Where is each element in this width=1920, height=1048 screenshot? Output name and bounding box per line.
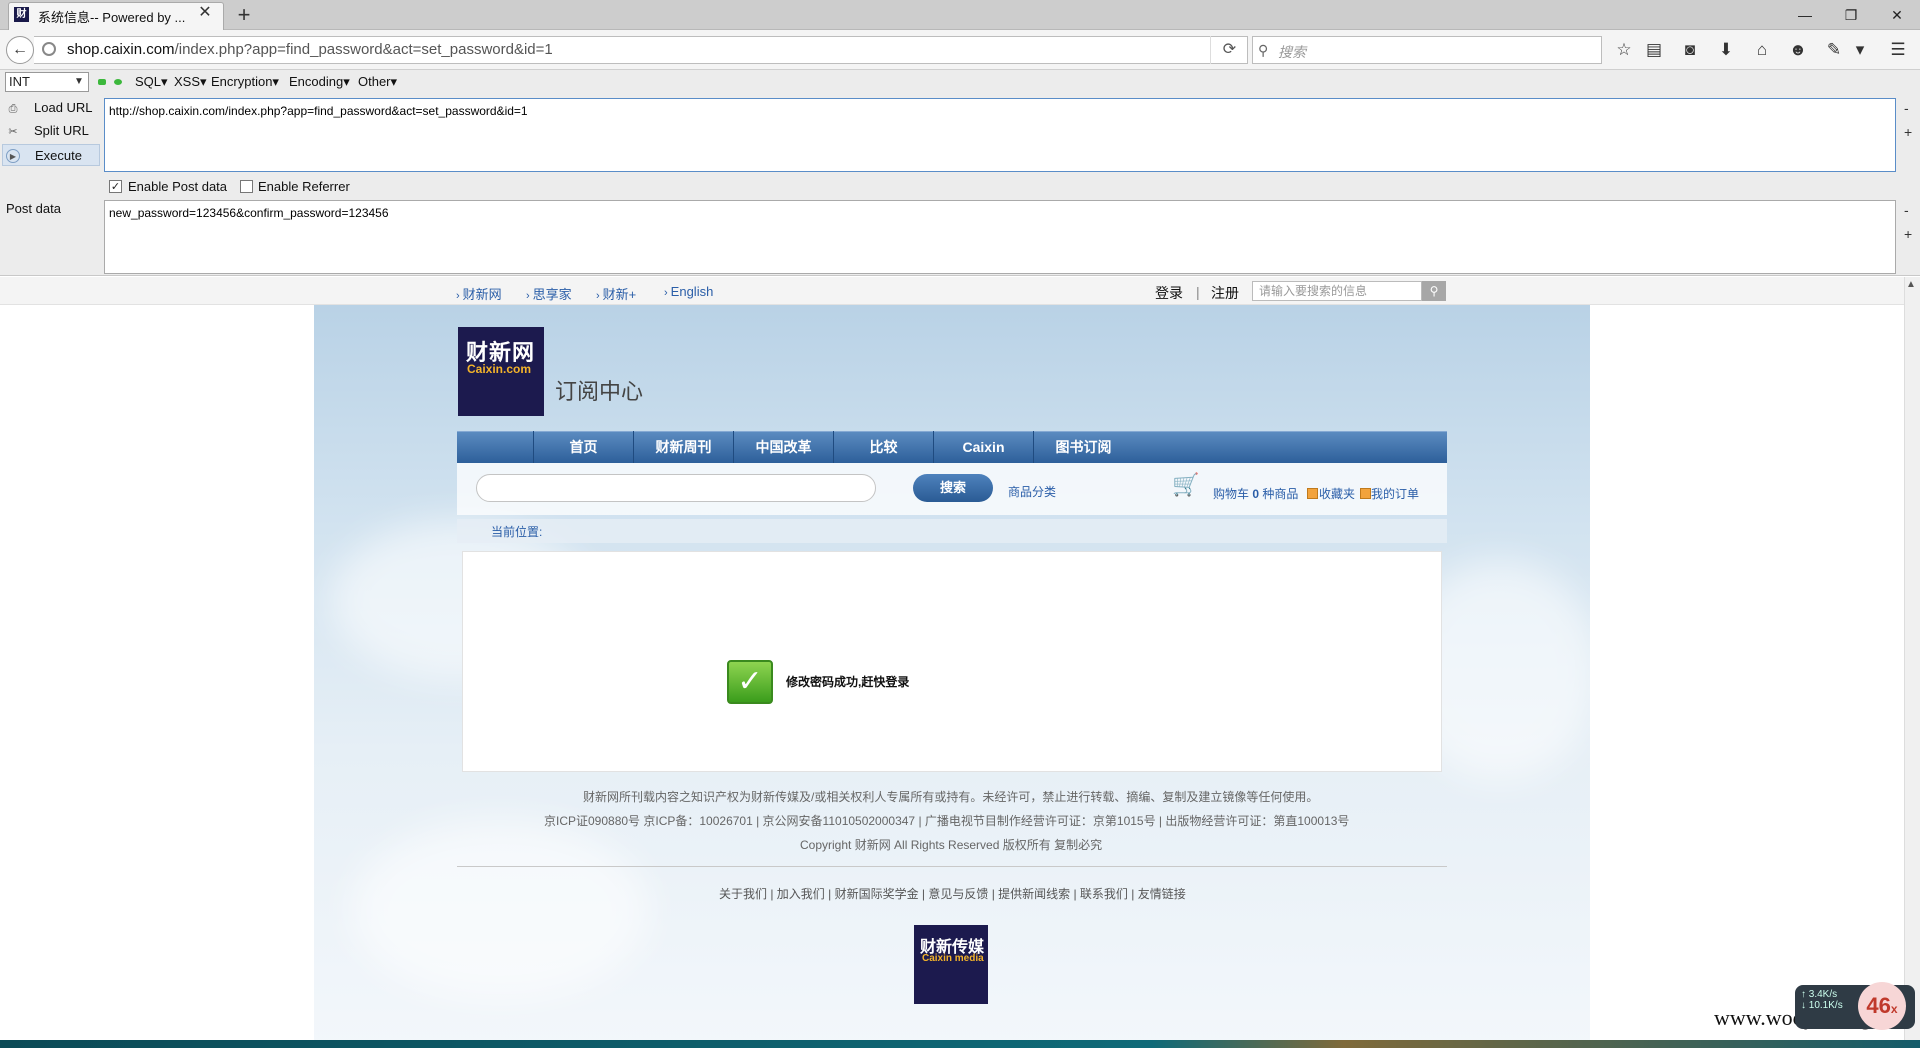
shrink-icon[interactable]: -	[1904, 100, 1909, 116]
load-url-button[interactable]: Load URL	[2, 97, 100, 119]
success-message: 修改密码成功,赶快登录	[786, 675, 910, 689]
monitor-badge: 46x	[1858, 982, 1906, 1030]
top-separator: |	[1196, 284, 1200, 300]
login-link[interactable]: 登录	[1155, 283, 1183, 303]
footer-divider	[457, 866, 1447, 867]
cloud-decoration	[350, 820, 650, 1000]
shop-search-input[interactable]	[476, 474, 876, 502]
site-search-input[interactable]: 请输入要搜索的信息	[1252, 281, 1422, 301]
home-icon[interactable]: ⌂	[1748, 38, 1776, 62]
shrink-icon[interactable]: -	[1904, 202, 1909, 218]
favorites-link[interactable]: 收藏夹	[1319, 485, 1355, 502]
search-placeholder[interactable]: 搜索	[1278, 42, 1306, 62]
hackbar-status-icon	[98, 79, 106, 85]
clipboard-icon[interactable]: ▤	[1640, 38, 1668, 62]
top-link-sixiangjia[interactable]: › 思享家	[526, 284, 572, 303]
post-data-textarea[interactable]: new_password=123456&confirm_password=123…	[104, 200, 1896, 274]
tab-close-icon[interactable]: ✕	[196, 4, 214, 22]
favorites-icon	[1307, 488, 1318, 499]
hackbar-menu-encryption[interactable]: Encryption▾	[211, 74, 279, 90]
download-icon[interactable]: ⬇	[1712, 38, 1740, 62]
breadcrumb: 当前位置:	[491, 525, 543, 539]
hackbar-url-textarea[interactable]: http://shop.caixin.com/index.php?app=fin…	[104, 98, 1896, 172]
top-link-caixin-plus[interactable]: › 财新+	[596, 284, 636, 303]
success-check-icon: ✓	[727, 660, 773, 704]
search-icon: ⚲	[1258, 42, 1269, 58]
restore-button[interactable]: ❐	[1828, 0, 1874, 30]
split-url-button[interactable]: Split URL	[2, 120, 100, 142]
hackbar-menu-other[interactable]: Other▾	[358, 74, 397, 90]
site-identity-icon[interactable]	[42, 42, 56, 56]
chevron-down-icon: ▼	[74, 76, 84, 87]
top-link-caixin[interactable]: › 财新网	[456, 284, 502, 303]
tab-title[interactable]: 系统信息-- Powered by ...	[38, 7, 185, 26]
enable-referrer-checkbox[interactable]	[240, 180, 253, 193]
category-link[interactable]: 商品分类	[1008, 483, 1056, 500]
menu-icon[interactable]: ☰	[1884, 38, 1912, 62]
star-icon[interactable]: ☆	[1610, 38, 1638, 62]
grow-icon[interactable]: +	[1904, 226, 1912, 242]
close-window-button[interactable]: ✕	[1874, 0, 1920, 30]
shop-search-button[interactable]: 搜索	[913, 474, 993, 502]
post-data-label: Post data	[6, 201, 61, 216]
extension-icon[interactable]: ✎	[1820, 38, 1848, 62]
register-link[interactable]: 注册	[1211, 283, 1239, 303]
chevron-down-icon[interactable]: ▾	[1846, 38, 1874, 62]
nav-item-compare[interactable]: 比较	[833, 431, 933, 463]
top-link-english[interactable]: › English	[664, 284, 713, 299]
tab-favicon-icon: 财	[14, 7, 29, 22]
back-button[interactable]: ←	[6, 36, 34, 64]
taskbar-strip	[0, 1040, 1920, 1048]
enable-post-checkbox[interactable]: ✓	[109, 180, 122, 193]
nav-item-reform[interactable]: 中国改革	[733, 431, 833, 463]
cart-icon[interactable]: 🛒	[1172, 472, 1199, 498]
cart-summary[interactable]: 购物车 0 种商品	[1213, 485, 1298, 502]
my-orders-link[interactable]: 我的订单	[1371, 485, 1419, 502]
pocket-icon[interactable]: ◙	[1676, 38, 1704, 62]
hackbar-menu-xss[interactable]: XSS▾	[174, 74, 207, 90]
nav-item-books[interactable]: 图书订阅	[1033, 431, 1133, 463]
new-tab-button[interactable]: +	[232, 2, 256, 28]
nav-item-weekly[interactable]: 财新周刊	[633, 431, 733, 463]
vertical-scrollbar[interactable]	[1904, 277, 1920, 1048]
message-box	[462, 551, 1442, 772]
title-bar	[0, 0, 1920, 30]
footer-license-info: 京ICP证090880号 京ICP备：10026701 | 京公网安备11010…	[544, 814, 1350, 828]
footer-copyright: Copyright 财新网 All Rights Reserved 版权所有 复…	[800, 838, 1103, 852]
grow-icon[interactable]: +	[1904, 124, 1912, 140]
hackbar-status-icon	[114, 79, 122, 85]
nav-item-home[interactable]: 首页	[533, 431, 633, 463]
chat-icon[interactable]: ☻	[1784, 38, 1812, 62]
footer-links[interactable]: 关于我们 | 加入我们 | 财新国际奖学金 | 意见与反馈 | 提供新闻线索 |…	[719, 885, 1186, 902]
enable-referrer-label[interactable]: Enable Referrer	[258, 179, 350, 194]
hackbar-menu-sql[interactable]: SQL▾	[135, 74, 168, 90]
scroll-up-icon[interactable]: ▲	[1906, 279, 1916, 290]
url-text[interactable]: shop.caixin.com/index.php?app=find_passw…	[67, 41, 553, 58]
site-top-strip	[0, 277, 1904, 305]
orders-icon	[1360, 488, 1371, 499]
reload-icon[interactable]: ⟳	[1210, 36, 1248, 64]
hackbar-menu-encoding[interactable]: Encoding▾	[289, 74, 350, 90]
enable-post-label[interactable]: Enable Post data	[128, 179, 227, 194]
search-icon[interactable]: ⚲	[1422, 281, 1446, 301]
minimize-button[interactable]: —	[1782, 0, 1828, 30]
logo-english-text: Caixin.com	[467, 362, 532, 376]
execute-icon: ▶	[6, 149, 20, 163]
nav-item-caixin[interactable]: Caixin	[933, 431, 1033, 463]
breadcrumb-bar	[457, 519, 1447, 543]
subscription-center-title: 订阅中心	[555, 379, 644, 404]
footer-copyright-notice: 财新网所刊载内容之知识产权为财新传媒及/或相关权利人专属所有或持有。未经许可，禁…	[583, 790, 1319, 804]
footer-logo-english: Caixin media	[922, 953, 984, 964]
